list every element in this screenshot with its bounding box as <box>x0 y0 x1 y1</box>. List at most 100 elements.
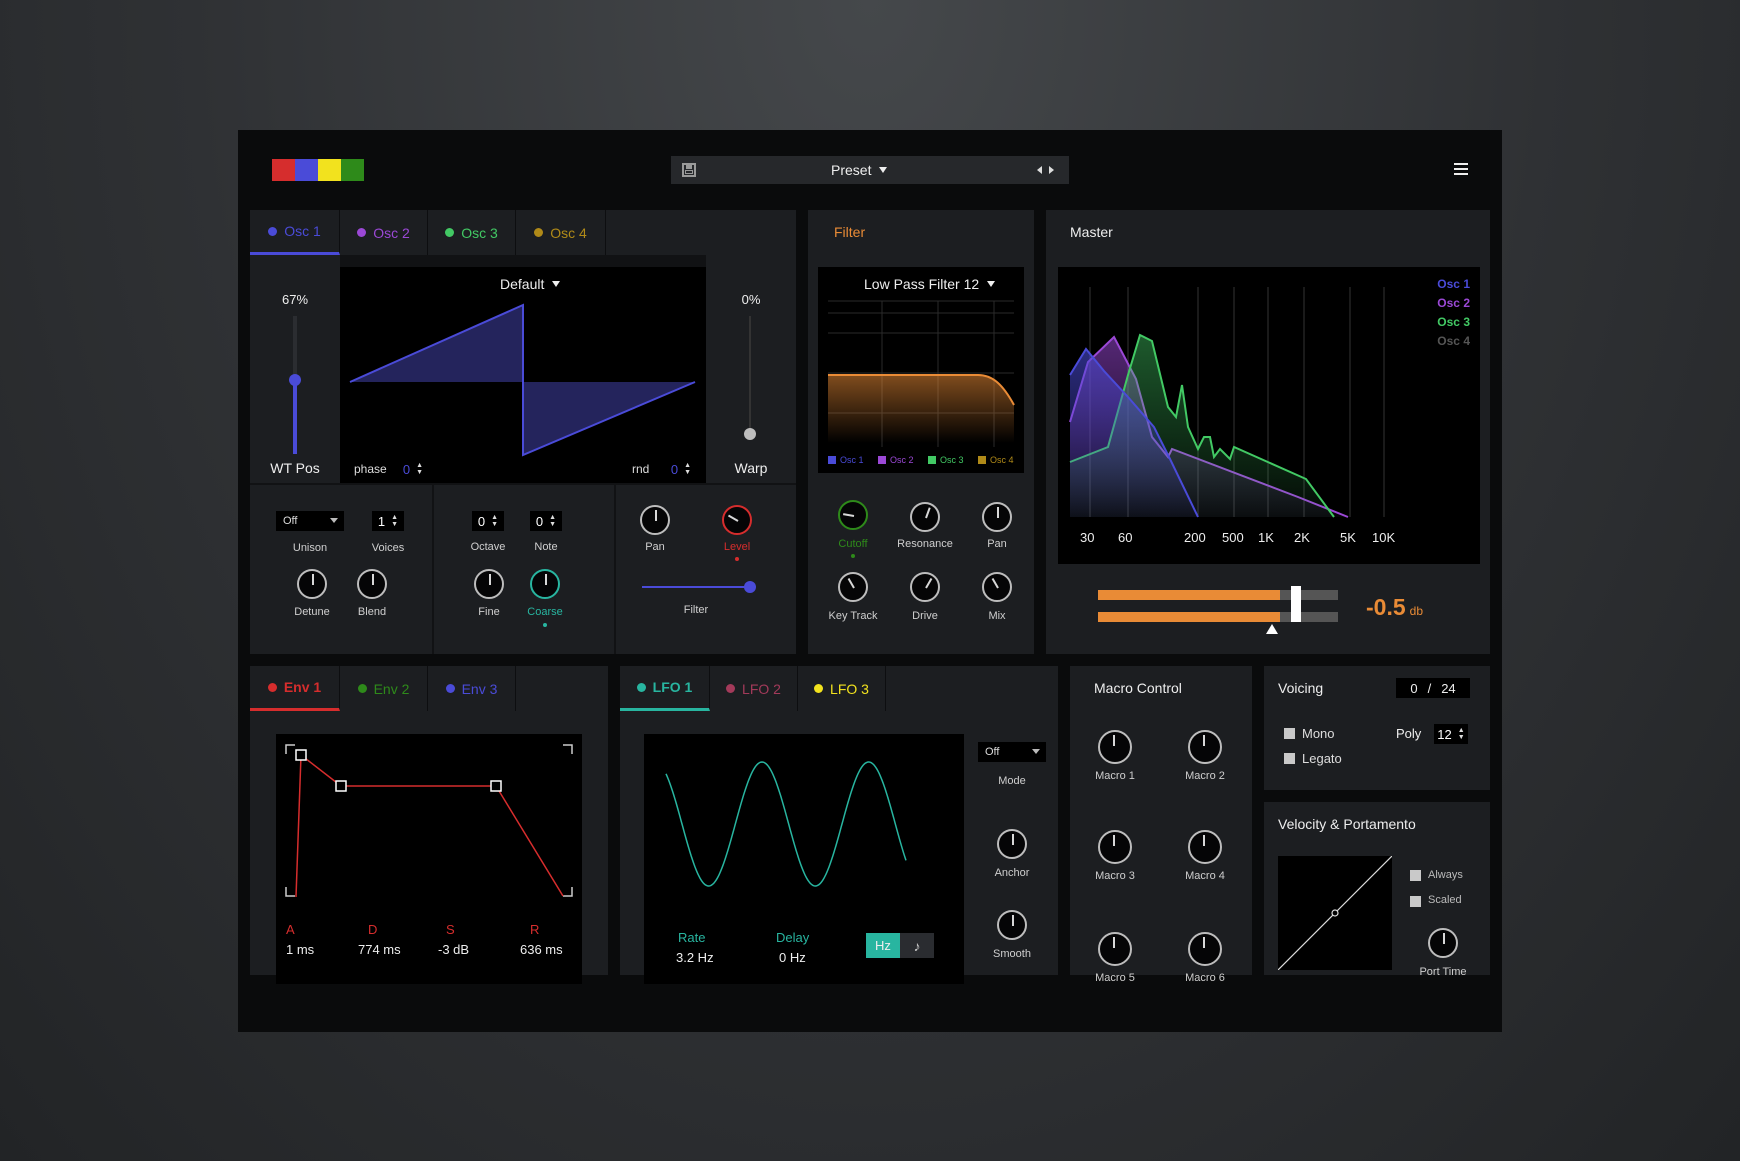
tab-osc-3[interactable]: Osc 3 <box>428 210 516 255</box>
spinner-arrows-icon[interactable]: ▲ ▼ <box>1458 727 1465 741</box>
velocity-curve-display[interactable] <box>1277 855 1393 971</box>
freq-label: 30 <box>1080 530 1095 545</box>
rnd-spinner[interactable]: 0 ▲ ▼ <box>666 459 696 479</box>
mix-label: Mix <box>988 610 1006 622</box>
spinner-arrows-icon[interactable]: ▲ ▼ <box>416 462 423 476</box>
octave-value: 0 <box>477 513 486 529</box>
mono-checkbox[interactable] <box>1284 728 1295 739</box>
tab-env-1[interactable]: Env 1 <box>250 666 340 711</box>
preset-prev-icon[interactable] <box>1037 166 1042 174</box>
preset-dropdown[interactable]: Preset <box>831 162 888 178</box>
macro-6-knob[interactable] <box>1188 932 1222 966</box>
wt-pos-slider[interactable] <box>289 316 301 454</box>
slider-thumb[interactable] <box>289 374 301 387</box>
macro-6-label: Macro 6 <box>1185 972 1225 984</box>
detune-knob[interactable] <box>297 569 327 599</box>
macro-panel: Macro Control Macro 1 Macro 2 Macro 3 Ma… <box>1070 666 1252 984</box>
waveform-display[interactable]: Default phase 0 ▲ ▼ rnd 0 ▲ ▼ <box>340 267 706 483</box>
chevron-down-icon <box>1032 749 1040 754</box>
tab-lfo-2[interactable]: LFO 2 <box>710 666 798 711</box>
phase-spinner[interactable]: 0 ▲ ▼ <box>398 459 428 479</box>
voices-spinner[interactable]: 1 ▲ ▼ <box>372 511 404 531</box>
preset-bar[interactable]: Preset <box>671 156 1069 184</box>
macro-4-knob[interactable] <box>1188 830 1222 864</box>
lfo-display[interactable]: Rate 3.2 Hz Delay 0 Hz Hz ♪ <box>644 734 964 984</box>
cutoff-knob[interactable] <box>838 500 868 530</box>
master-fader-handle[interactable] <box>1291 586 1301 622</box>
tab-osc-1[interactable]: Osc 1 <box>250 210 340 255</box>
envelope-display[interactable]: A 1 ms D 774 ms S -3 dB R 636 ms <box>276 734 582 984</box>
macro-1-knob[interactable] <box>1098 730 1132 764</box>
legato-checkbox[interactable] <box>1284 753 1295 764</box>
spinner-arrows-icon[interactable]: ▲ ▼ <box>684 462 691 476</box>
blend-knob[interactable] <box>357 569 387 599</box>
velocity-curve-handle[interactable] <box>1331 909 1339 917</box>
filter-send-slider[interactable] <box>642 581 757 593</box>
mix-knob[interactable] <box>982 572 1012 602</box>
master-level-meter[interactable] <box>1098 586 1338 634</box>
sustain-handle[interactable] <box>490 780 502 792</box>
note-label: Note <box>534 541 558 553</box>
lfo-mode-dropdown[interactable]: Off <box>978 742 1046 762</box>
hz-toggle[interactable]: Hz <box>866 933 900 958</box>
slider-thumb[interactable] <box>744 581 757 593</box>
always-checkbox[interactable] <box>1410 870 1421 881</box>
macro-5-knob[interactable] <box>1098 932 1132 966</box>
master-title: Master <box>1070 224 1113 240</box>
spinner-arrows-icon[interactable]: ▲ ▼ <box>391 514 398 528</box>
output-section: Pan Level Filter <box>616 485 796 654</box>
tab-osc-2[interactable]: Osc 2 <box>340 210 428 255</box>
tab-lfo-1[interactable]: LFO 1 <box>620 666 710 711</box>
attack-handle[interactable] <box>295 749 307 761</box>
key-track-knob[interactable] <box>838 572 868 602</box>
voicing-title: Voicing <box>1278 680 1324 696</box>
spectrum-graph <box>1069 287 1385 518</box>
legend-osc-1: Osc 1 <box>1437 277 1470 291</box>
scaled-checkbox[interactable] <box>1410 896 1421 907</box>
macro-3-knob[interactable] <box>1098 830 1132 864</box>
velocity-title: Velocity & Portamento <box>1278 816 1416 832</box>
level-knob[interactable] <box>722 505 752 535</box>
warp-slider[interactable] <box>744 316 756 440</box>
macro-2-knob[interactable] <box>1188 730 1222 764</box>
spinner-arrows-icon[interactable]: ▲ ▼ <box>491 514 498 528</box>
fine-knob[interactable] <box>474 569 504 599</box>
smooth-knob[interactable] <box>997 910 1027 940</box>
env-decay-letter: D <box>368 922 378 937</box>
filter-pan-label: Pan <box>987 538 1007 550</box>
poly-spinner[interactable]: 12 ▲ ▼ <box>1434 724 1468 744</box>
spinner-arrows-icon[interactable]: ▲ ▼ <box>549 514 556 528</box>
velocity-portamento-panel: Velocity & Portamento Always Scaled Port… <box>1264 802 1490 978</box>
spectrum-display[interactable]: Osc 1 Osc 2 Osc 3 Osc 4 30 60 200 500 1K… <box>1058 267 1480 564</box>
resonance-knob[interactable] <box>910 502 940 532</box>
hz-label: Hz <box>875 938 891 953</box>
menu-icon[interactable] <box>1454 163 1468 175</box>
tab-lfo-3[interactable]: LFO 3 <box>798 666 886 711</box>
delay-value[interactable]: 0 Hz <box>779 950 806 965</box>
pan-knob[interactable] <box>640 505 670 535</box>
octave-spinner[interactable]: 0 ▲ ▼ <box>472 511 504 531</box>
slider-thumb[interactable] <box>744 428 756 440</box>
decay-handle[interactable] <box>335 780 347 792</box>
unison-value: Off <box>283 515 298 527</box>
key-track-label: Key Track <box>828 610 878 622</box>
blend-label: Blend <box>357 606 387 618</box>
save-icon[interactable] <box>682 163 696 177</box>
legend-osc-3: Osc 3 <box>928 455 964 465</box>
port-time-knob[interactable] <box>1428 928 1458 958</box>
filter-pan-knob[interactable] <box>982 502 1012 532</box>
freq-label: 1K <box>1258 530 1274 545</box>
tab-env-2[interactable]: Env 2 <box>340 666 428 711</box>
preset-next-icon[interactable] <box>1049 166 1054 174</box>
coarse-knob[interactable] <box>530 569 560 599</box>
anchor-knob[interactable] <box>997 829 1027 859</box>
filter-display[interactable]: Low Pass Filter 12 Osc 1 Osc 2 Osc 3 Osc… <box>818 267 1024 473</box>
tab-osc-4[interactable]: Osc 4 <box>516 210 606 255</box>
rate-value[interactable]: 3.2 Hz <box>676 950 714 965</box>
tab-env-3[interactable]: Env 3 <box>428 666 516 711</box>
drive-knob[interactable] <box>910 572 940 602</box>
music-note-icon[interactable]: ♪ <box>900 933 934 958</box>
note-spinner[interactable]: 0 ▲ ▼ <box>530 511 562 531</box>
unison-dropdown[interactable]: Off <box>276 511 344 531</box>
legend-osc-4: Osc 4 <box>978 455 1014 465</box>
